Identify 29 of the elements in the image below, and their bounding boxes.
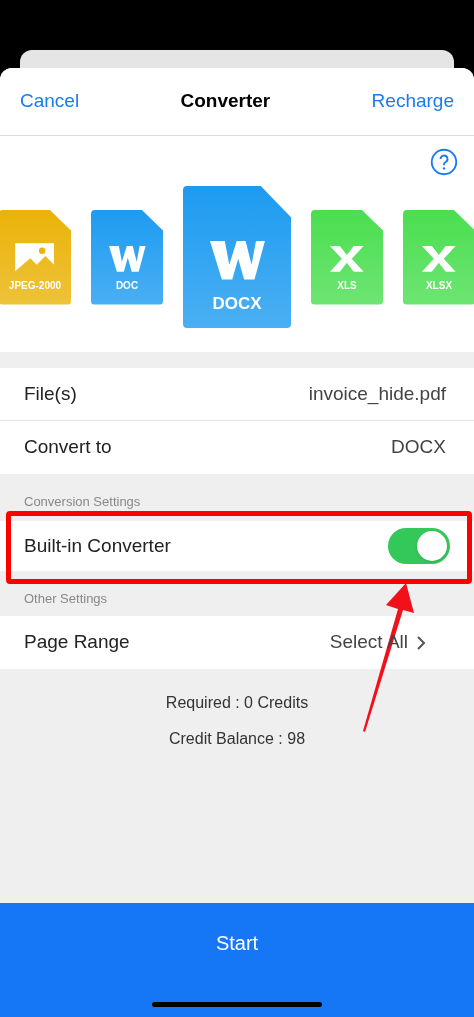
row-value: invoice_hide.pdf (308, 381, 446, 407)
credit-text: Required : 0 Credits (165, 693, 309, 713)
start-button[interactable]: Start (0, 903, 474, 1017)
format-label: XLSX (425, 278, 453, 293)
screen-title: Converter (180, 89, 271, 114)
file-format-item[interactable]: DOC (91, 209, 163, 305)
section-header: Other Settings (24, 589, 108, 608)
section-header: Conversion Settings (24, 492, 141, 511)
recharge-button[interactable]: Recharge (371, 87, 454, 116)
row-label: File(s) (24, 381, 77, 406)
chevron-right-icon (416, 634, 426, 651)
credit-text: Credit Balance : 98 (168, 729, 306, 749)
help-icon[interactable] (430, 148, 458, 176)
letter-w-icon (107, 243, 147, 274)
file-format-item[interactable]: XLS (311, 209, 383, 305)
format-label: JPEG-2000 (8, 278, 62, 293)
format-label: XLS (337, 278, 357, 293)
row-label: Built-in Converter (24, 533, 171, 558)
file-format-item[interactable]: JPEG-2000 (0, 209, 71, 305)
row-label: Page Range (24, 630, 130, 655)
format-label: DOC (115, 278, 139, 293)
row-label: Convert to (24, 435, 112, 460)
row-value: DOCX (391, 435, 446, 460)
image-icon (13, 241, 57, 274)
toggle-switch[interactable] (388, 528, 450, 564)
cancel-button[interactable]: Cancel (20, 87, 80, 116)
file-format-item[interactable]: XLSX (403, 209, 474, 305)
file-format-item[interactable]: DOCX (183, 186, 291, 328)
format-label: DOCX (212, 292, 262, 315)
